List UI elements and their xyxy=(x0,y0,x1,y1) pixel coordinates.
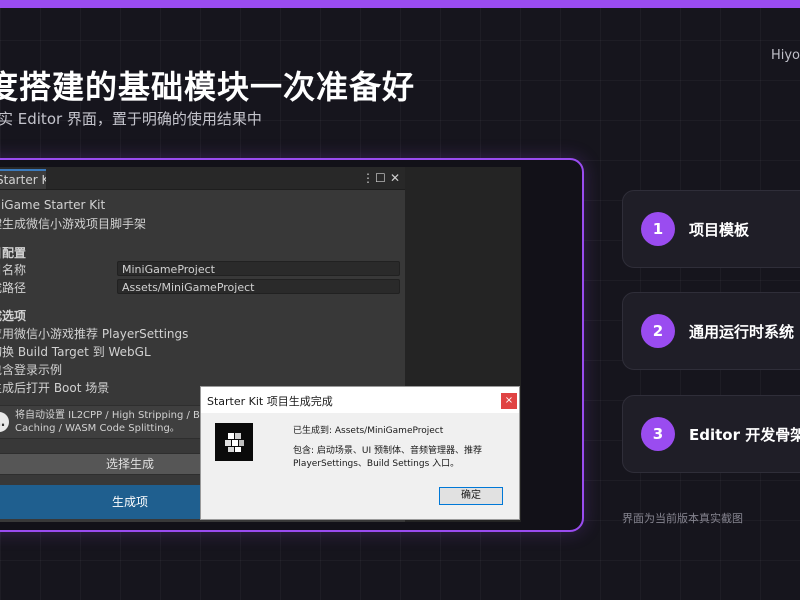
section-project-config: 目配置 xyxy=(0,246,27,260)
dialog-message-path: 已生成到: Assets/MiniGameProject xyxy=(293,426,444,436)
speech-bubble-icon: … xyxy=(0,412,9,432)
feature-card-2: 2 通用运行时系统 xyxy=(622,292,800,370)
option-login-sample[interactable]: 包含登录示例 xyxy=(0,361,62,378)
feature-card-3: 3 Editor 开发骨架 xyxy=(622,395,800,473)
field-label-output-path: 成路径 xyxy=(0,281,27,295)
brand-text: Hiyo xyxy=(770,48,800,63)
option-open-boot-scene[interactable]: 生成后打开 Boot 场景 xyxy=(0,379,109,396)
maximize-icon[interactable]: ☐ xyxy=(375,170,386,186)
app-logo-icon xyxy=(215,423,253,461)
kit-heading: iniGame Starter Kit xyxy=(0,198,106,212)
close-icon[interactable]: ✕ xyxy=(390,170,400,186)
dialog-close-icon[interactable]: × xyxy=(501,393,517,409)
more-options-icon[interactable]: ⋮ xyxy=(362,170,374,186)
screenshot-caption: 界面为当前版本真实截图 xyxy=(622,512,743,525)
completion-dialog: Starter Kit 项目生成完成 × 已生成到: Assets/MiniGa… xyxy=(200,386,520,520)
info-helpbox: … 将自动设置 IL2CPP / High Stripping / Brotli… xyxy=(0,405,226,439)
page-subtitle: 实 Editor 界面，置于明确的使用结果中 xyxy=(0,110,262,128)
tab-starter-kit[interactable]: Starter Kit xyxy=(0,169,46,189)
accent-bar xyxy=(0,0,800,8)
page-title: 度搭建的基础模块一次准备好 xyxy=(0,68,416,106)
card-label: 项目模板 xyxy=(689,221,750,239)
field-label-project-name: 目名称 xyxy=(0,263,27,277)
dialog-message-contents-1: 包含: 启动场景、UI 预制体、音频管理器、推荐 xyxy=(293,446,482,456)
card-label: Editor 开发骨架 xyxy=(689,426,800,444)
dialog-ok-button[interactable]: 确定 xyxy=(439,487,503,505)
card-number-badge: 1 xyxy=(641,212,675,246)
project-name-input[interactable]: MiniGameProject xyxy=(117,261,400,276)
card-number-badge: 3 xyxy=(641,417,675,451)
helpbox-line-2: Caching / WASM Code Splitting。 xyxy=(15,423,180,434)
dialog-title-bar: Starter Kit 项目生成完成 × xyxy=(201,387,519,413)
dialog-message-contents-2: PlayerSettings、Build Settings 入口。 xyxy=(293,459,460,469)
card-number-badge: 2 xyxy=(641,314,675,348)
kit-subheading: 键生成微信小游戏项目脚手架 xyxy=(0,217,147,231)
dialog-title: Starter Kit 项目生成完成 xyxy=(207,395,333,408)
feature-card-1: 1 项目模板 xyxy=(622,190,800,268)
section-generate-options: 成选项 xyxy=(0,309,27,323)
option-switch-webgl[interactable]: 切换 Build Target 到 WebGL xyxy=(0,343,151,360)
option-player-settings[interactable]: 应用微信小游戏推荐 PlayerSettings xyxy=(0,325,188,342)
card-label: 通用运行时系统 xyxy=(689,323,795,341)
output-path-input[interactable]: Assets/MiniGameProject xyxy=(117,279,400,294)
helpbox-line-1: 将自动设置 IL2CPP / High Stripping / Brotli / xyxy=(15,410,226,421)
